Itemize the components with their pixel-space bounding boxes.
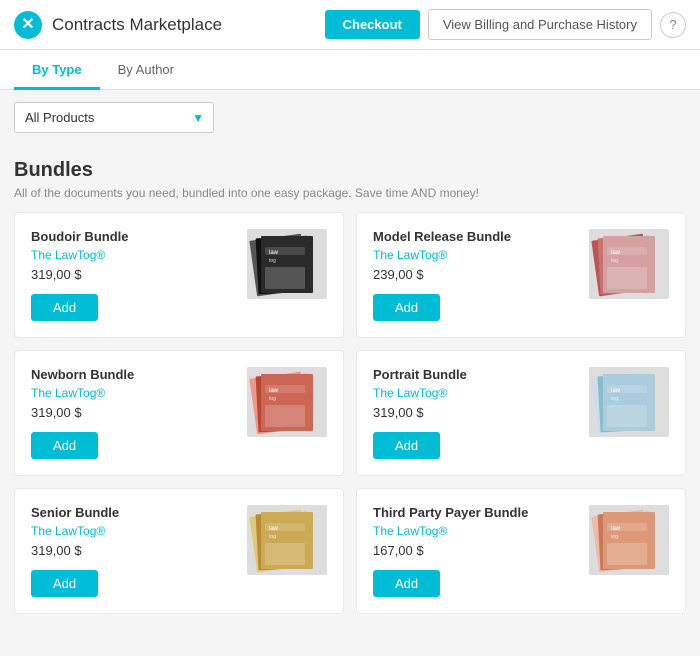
svg-text:law: law xyxy=(611,388,621,394)
filter-bar: All ProductsBundlesIndividual Contracts … xyxy=(0,90,700,145)
svg-text:law: law xyxy=(611,526,621,532)
svg-text:law: law xyxy=(269,250,279,256)
logo-icon: ✕ xyxy=(14,11,42,39)
product-price: 319,00 $ xyxy=(373,405,589,420)
product-price: 319,00 $ xyxy=(31,267,247,282)
product-thumbnail: law tog xyxy=(247,229,327,299)
header: ✕ Contracts Marketplace Checkout View Bi… xyxy=(0,0,700,50)
product-name: Boudoir Bundle xyxy=(31,229,247,244)
product-name: Model Release Bundle xyxy=(373,229,589,244)
product-card: Third Party Payer Bundle The LawTog® 167… xyxy=(356,488,686,614)
product-thumbnail: law tog xyxy=(247,505,327,575)
product-card: Model Release Bundle The LawTog® 239,00 … xyxy=(356,212,686,338)
product-name: Newborn Bundle xyxy=(31,367,247,382)
tab-by-author[interactable]: By Author xyxy=(100,50,192,90)
add-button[interactable]: Add xyxy=(31,294,98,321)
add-button[interactable]: Add xyxy=(31,570,98,597)
product-info: Boudoir Bundle The LawTog® 319,00 $ Add xyxy=(31,229,247,321)
svg-text:tog: tog xyxy=(611,396,618,402)
product-name: Portrait Bundle xyxy=(373,367,589,382)
billing-button[interactable]: View Billing and Purchase History xyxy=(428,9,652,40)
product-thumbnail: law tog xyxy=(589,229,669,299)
product-card: Newborn Bundle The LawTog® 319,00 $ Add … xyxy=(14,350,344,476)
tab-by-type[interactable]: By Type xyxy=(14,50,100,90)
product-card: Senior Bundle The LawTog® 319,00 $ Add l… xyxy=(14,488,344,614)
product-card: Portrait Bundle The LawTog® 319,00 $ Add… xyxy=(356,350,686,476)
product-thumbnail: law tog xyxy=(247,367,327,437)
product-price: 167,00 $ xyxy=(373,543,589,558)
product-info: Newborn Bundle The LawTog® 319,00 $ Add xyxy=(31,367,247,459)
app-title: Contracts Marketplace xyxy=(52,15,325,35)
svg-text:law: law xyxy=(269,388,279,394)
product-author: The LawTog® xyxy=(373,386,589,400)
bundles-section-desc: All of the documents you need, bundled i… xyxy=(14,186,686,200)
product-author: The LawTog® xyxy=(31,524,247,538)
logo-symbol: ✕ xyxy=(21,17,34,33)
product-author: The LawTog® xyxy=(373,524,589,538)
svg-text:tog: tog xyxy=(269,396,276,402)
header-actions: Checkout View Billing and Purchase Histo… xyxy=(325,9,686,40)
help-button[interactable]: ? xyxy=(660,12,686,38)
product-price: 319,00 $ xyxy=(31,405,247,420)
add-button[interactable]: Add xyxy=(31,432,98,459)
product-info: Senior Bundle The LawTog® 319,00 $ Add xyxy=(31,505,247,597)
product-card: Boudoir Bundle The LawTog® 319,00 $ Add … xyxy=(14,212,344,338)
tabs-bar: By Type By Author xyxy=(0,50,700,90)
add-button[interactable]: Add xyxy=(373,294,440,321)
checkout-button[interactable]: Checkout xyxy=(325,10,420,39)
product-name: Senior Bundle xyxy=(31,505,247,520)
svg-text:law: law xyxy=(269,526,279,532)
svg-text:tog: tog xyxy=(611,534,618,540)
product-price: 319,00 $ xyxy=(31,543,247,558)
product-thumbnail: law tog xyxy=(589,505,669,575)
product-author: The LawTog® xyxy=(31,248,247,262)
svg-text:tog: tog xyxy=(269,534,276,540)
product-filter-wrapper: All ProductsBundlesIndividual Contracts … xyxy=(14,102,214,133)
product-info: Portrait Bundle The LawTog® 319,00 $ Add xyxy=(373,367,589,459)
product-name: Third Party Payer Bundle xyxy=(373,505,589,520)
add-button[interactable]: Add xyxy=(373,570,440,597)
product-price: 239,00 $ xyxy=(373,267,589,282)
main-content: Bundles All of the documents you need, b… xyxy=(0,159,700,628)
svg-text:tog: tog xyxy=(269,258,276,264)
svg-text:tog: tog xyxy=(611,258,618,264)
product-grid: Boudoir Bundle The LawTog® 319,00 $ Add … xyxy=(14,212,686,614)
product-info: Model Release Bundle The LawTog® 239,00 … xyxy=(373,229,589,321)
product-info: Third Party Payer Bundle The LawTog® 167… xyxy=(373,505,589,597)
product-filter-select[interactable]: All ProductsBundlesIndividual Contracts xyxy=(14,102,214,133)
bundles-section-title: Bundles xyxy=(14,159,686,182)
product-thumbnail: law tog xyxy=(589,367,669,437)
add-button[interactable]: Add xyxy=(373,432,440,459)
product-author: The LawTog® xyxy=(373,248,589,262)
svg-text:law: law xyxy=(611,250,621,256)
product-author: The LawTog® xyxy=(31,386,247,400)
